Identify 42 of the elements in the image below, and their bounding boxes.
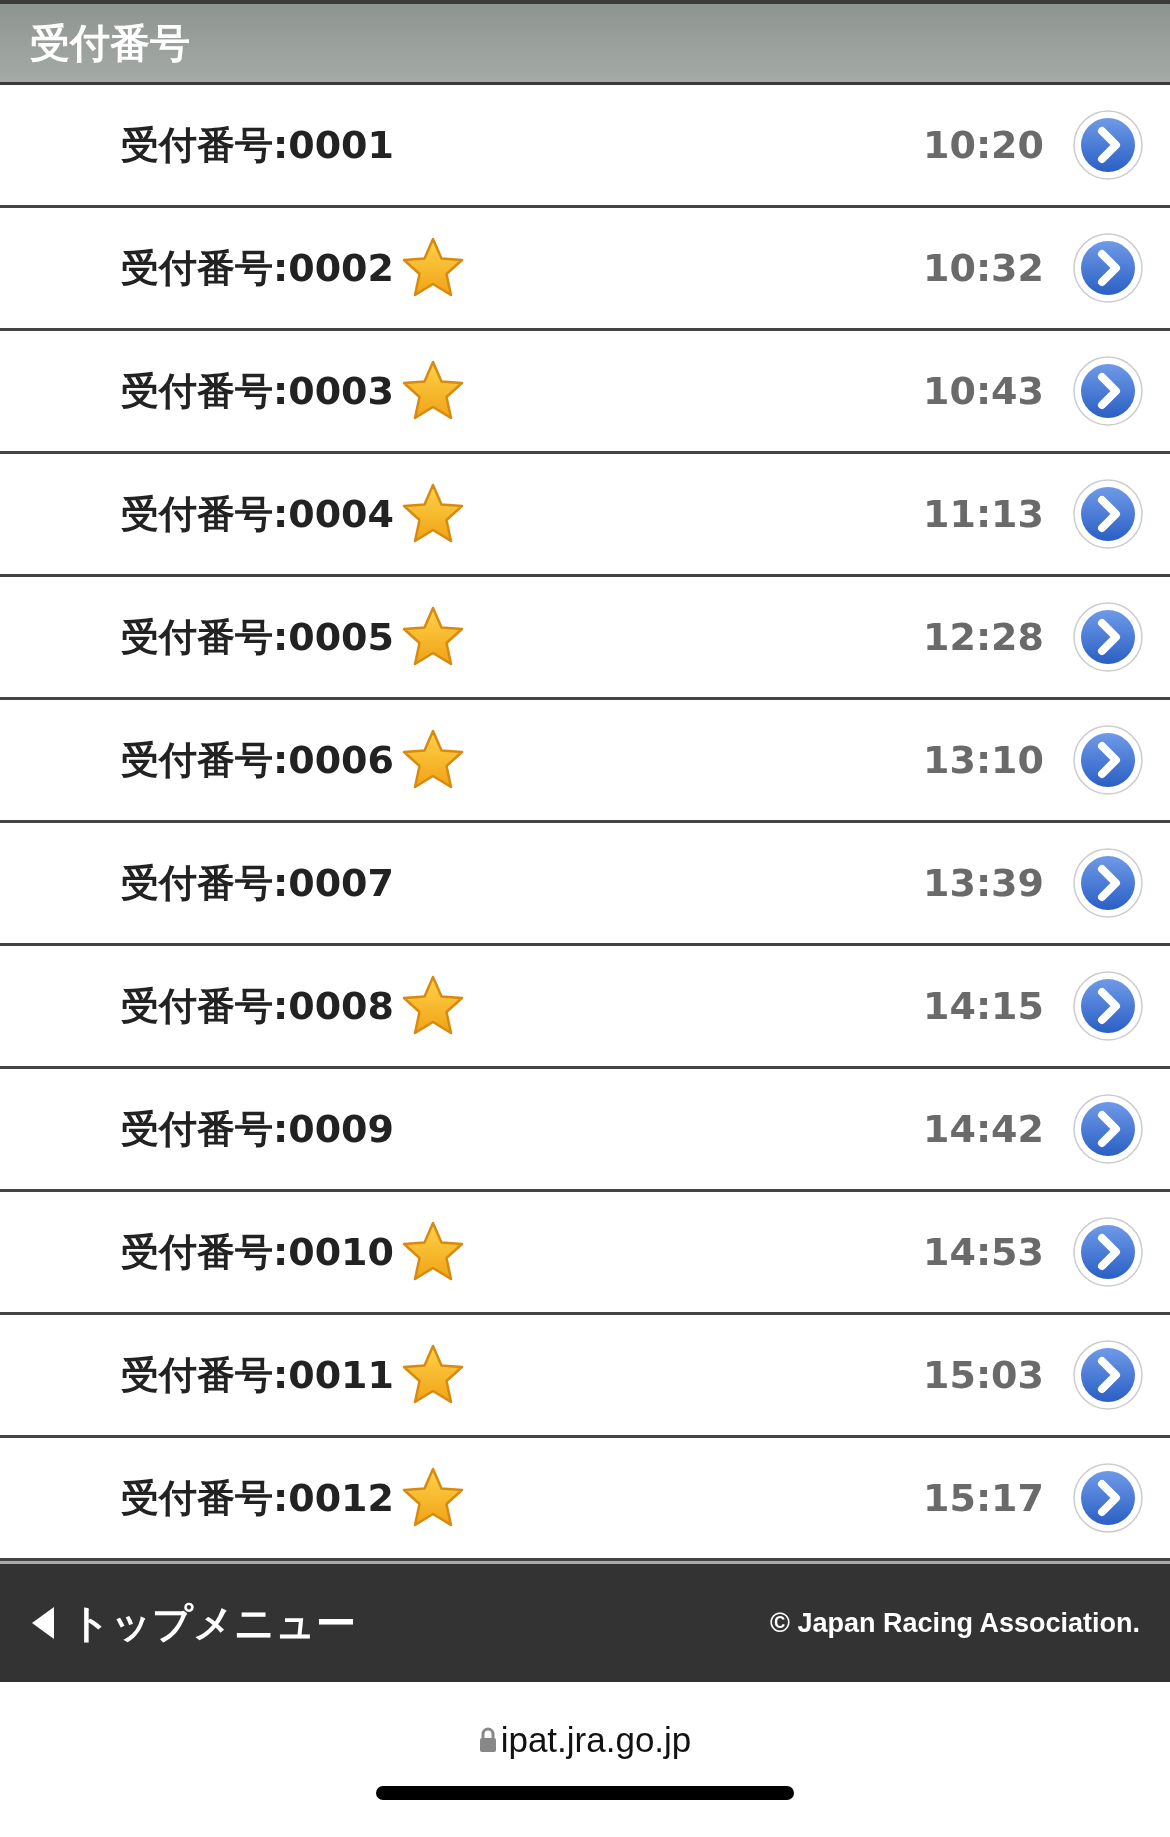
receipt-number: 受付番号:0003	[121, 367, 394, 415]
lock-icon	[478, 1727, 497, 1753]
chevron-right-icon[interactable]	[1072, 724, 1144, 796]
receipt-number: 受付番号:0012	[121, 1474, 394, 1522]
chevron-right-icon[interactable]	[1072, 1093, 1144, 1165]
chevron-right-icon[interactable]	[1072, 970, 1144, 1042]
chevron-right-icon[interactable]	[1072, 232, 1144, 304]
receipt-time: 10:20	[923, 123, 1044, 167]
chevron-right-icon[interactable]	[1072, 1339, 1144, 1411]
receipt-time: 14:15	[923, 984, 1044, 1028]
header-title: 受付番号	[30, 18, 190, 68]
back-triangle-icon	[30, 1605, 56, 1641]
chevron-right-icon[interactable]	[1072, 478, 1144, 550]
receipt-number: 受付番号:0008	[121, 982, 394, 1030]
receipt-time: 14:42	[923, 1107, 1044, 1151]
receipt-time: 10:43	[923, 369, 1044, 413]
receipt-time: 14:53	[923, 1230, 1044, 1274]
chevron-right-icon[interactable]	[1072, 601, 1144, 673]
receipt-number: 受付番号:0005	[121, 613, 394, 661]
chevron-right-icon[interactable]	[1072, 1462, 1144, 1534]
receipt-number: 受付番号:0002	[121, 244, 394, 292]
receipt-time: 15:17	[923, 1476, 1044, 1520]
chevron-right-icon[interactable]	[1072, 109, 1144, 181]
receipt-number: 受付番号:0001	[121, 121, 394, 169]
top-menu-link[interactable]: トップメニュー	[30, 1595, 356, 1651]
url-text[interactable]: ipat.jra.go.jp	[500, 1720, 692, 1760]
chevron-right-icon[interactable]	[1072, 355, 1144, 427]
receipt-time: 13:10	[923, 738, 1044, 782]
receipt-time: 13:39	[923, 861, 1044, 905]
receipt-number: 受付番号:0010	[121, 1228, 394, 1276]
copyright-text: © Japan Racing Association.	[770, 1607, 1140, 1639]
receipt-number: 受付番号:0004	[121, 490, 394, 538]
receipt-number: 受付番号:0007	[121, 859, 394, 907]
chevron-right-icon[interactable]	[1072, 847, 1144, 919]
receipt-time: 12:28	[923, 615, 1044, 659]
chevron-right-icon[interactable]	[1072, 1216, 1144, 1288]
receipt-time: 15:03	[923, 1353, 1044, 1397]
receipt-number: 受付番号:0009	[121, 1105, 394, 1153]
receipt-time: 11:13	[923, 492, 1044, 536]
receipt-number: 受付番号:0011	[121, 1351, 394, 1399]
receipt-time: 10:32	[923, 246, 1044, 290]
receipt-number: 受付番号:0006	[121, 736, 394, 784]
